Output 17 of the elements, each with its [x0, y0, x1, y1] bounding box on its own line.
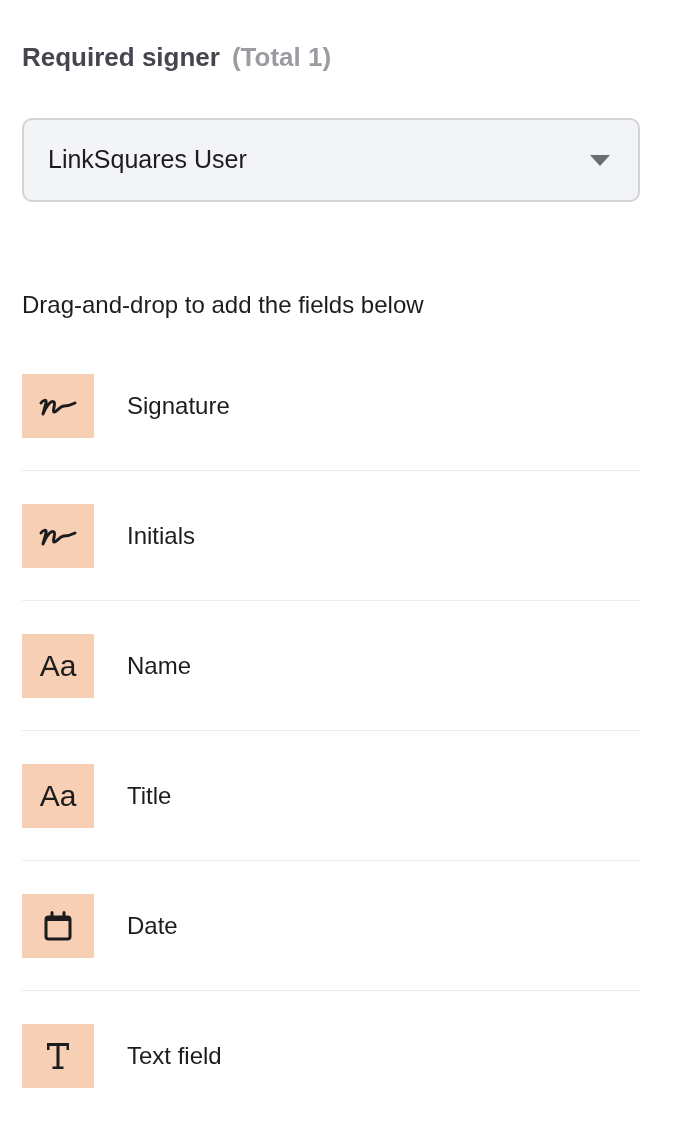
field-label[interactable]: Name [127, 650, 192, 682]
field-label[interactable]: Initials [127, 520, 196, 552]
signer-dropdown[interactable]: LinkSquares User [22, 118, 640, 202]
field-label[interactable]: Date [127, 910, 178, 942]
instruction-text: Drag-and-drop to add the fields below [22, 290, 425, 320]
field-label[interactable]: Signature [127, 390, 230, 422]
section-heading: Required signer [22, 41, 220, 74]
text-type-icon[interactable] [22, 1024, 94, 1088]
signer-count: (Total 1) [231, 41, 332, 74]
signature-icon[interactable] [22, 374, 94, 438]
field-label[interactable]: Title [127, 780, 172, 812]
caret-icon [590, 154, 610, 166]
calendar-icon[interactable] [22, 894, 94, 958]
field-label[interactable]: Text field [127, 1040, 222, 1072]
font-glyph-icon[interactable]: Aa [22, 634, 94, 698]
signature-icon[interactable] [22, 504, 94, 568]
font-glyph-icon[interactable]: Aa [22, 764, 94, 828]
